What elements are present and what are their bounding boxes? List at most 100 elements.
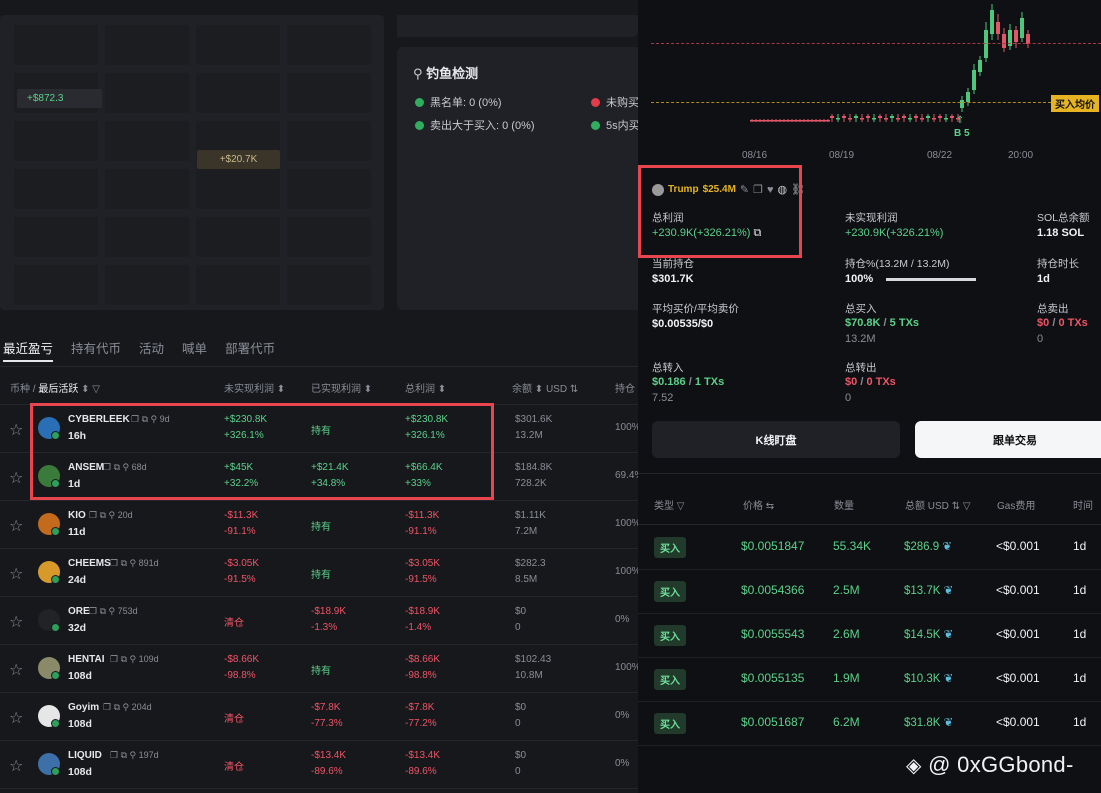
heatmap-cell [14, 265, 98, 305]
token-name[interactable]: ORE [68, 606, 90, 617]
phishing-item-label: 黑名单: 0 (0%) [430, 97, 502, 109]
copy-icon[interactable]: ❐ [110, 654, 118, 664]
sort-icon[interactable]: ⬍ [364, 384, 372, 395]
candle [836, 118, 840, 120]
tx-row[interactable]: 买入 $0.0055135 1.9M $10.3K ❦ <$0.001 1d [638, 657, 1101, 701]
col-sort-label[interactable]: 最后活跃 [38, 384, 78, 395]
col-total-header[interactable]: 总利润 ⬍ [405, 380, 446, 395]
sol-balance-label: SOL总余额 [1037, 212, 1090, 224]
table-row[interactable]: ☆ ORE ❐ ⧉ ⚲ 753d 32d 清仓 -$18.9K -1.3% -$… [0, 597, 638, 645]
copy-icon[interactable]: ❐ [103, 702, 111, 712]
share-icon[interactable]: ⧉ [121, 654, 127, 664]
filter-icon[interactable]: ▽ [677, 501, 685, 512]
candle [766, 120, 770, 122]
kline-watch-button[interactable]: K线盯盘 [652, 421, 900, 458]
tx-col-total[interactable]: 总额 USD ⇅ ▽ [905, 497, 971, 512]
table-row[interactable]: ☆ KIO ❐ ⧉ ⚲ 20d 11d -$11.3K -91.1% 持有 -$… [0, 501, 641, 549]
candle [782, 120, 786, 122]
search-icon[interactable]: ⚲ [130, 750, 137, 760]
col-total-label: 总利润 [405, 384, 435, 395]
switch-icon[interactable]: ⇅ [570, 384, 578, 395]
search-icon[interactable]: ⚲ [109, 606, 116, 616]
heatmap-cell [196, 169, 280, 209]
tx-row[interactable]: 买入 $0.0051687 6.2M $31.8K ❦ <$0.001 1d [638, 701, 1101, 745]
tx-price: $0.0054366 [741, 583, 805, 597]
col-realized-header[interactable]: 已实现利润 ⬍ [311, 380, 372, 395]
sort-icon[interactable]: ⬍ [438, 384, 446, 395]
tab-recent-pnl[interactable]: 最近盈亏 [3, 338, 53, 357]
tab-activity[interactable]: 活动 [139, 338, 164, 357]
duration-label: 持仓时长 [1037, 258, 1079, 270]
col-unrealized-header[interactable]: 未实现利润 ⬍ [224, 380, 285, 395]
tx-col-qty[interactable]: 数量 [834, 497, 854, 512]
col-position-header[interactable]: 持仓 [615, 380, 635, 395]
filter-icon[interactable]: ▽ [963, 501, 971, 512]
tx-col-type[interactable]: 类型 ▽ [654, 497, 684, 512]
token-name[interactable]: Goyim [68, 702, 99, 713]
position-pct: 100% [615, 422, 641, 433]
tx-col-price[interactable]: 价格 ⇆ [743, 497, 774, 512]
token-name[interactable]: KIO [68, 510, 86, 521]
share-icon[interactable]: ⧉ [121, 558, 127, 568]
sort-icon[interactable]: ⬍ [277, 384, 285, 395]
search-icon[interactable]: ⚲ [123, 702, 130, 712]
tx-col-time[interactable]: 时间 [1073, 497, 1093, 512]
tab-calls[interactable]: 喊单 [182, 338, 207, 357]
share-icon[interactable]: ⧉ [100, 510, 106, 520]
token-name[interactable]: CHEEMS [68, 558, 111, 569]
table-row[interactable]: ☆ HENTAI ❐ ⧉ ⚲ 109d 108d -$8.66K -98.8% … [0, 645, 641, 693]
share-icon[interactable]: ⧉ [114, 702, 120, 712]
copy-icon[interactable]: ❐ [110, 558, 118, 568]
candle [996, 22, 1000, 34]
switch-icon[interactable]: ⇅ [952, 501, 960, 512]
tab-holdings[interactable]: 持有代币 [71, 338, 121, 357]
price-chart[interactable] [638, 0, 1101, 150]
share-icon[interactable]: ⧉ [121, 750, 127, 760]
swap-icon[interactable]: ⇆ [766, 501, 774, 512]
token-actions: ❐ ⧉ ⚲ 20d [89, 510, 133, 521]
share-icon[interactable]: ⧉ [100, 606, 106, 616]
total-buy-usd: $70.8K [845, 317, 881, 329]
candle [750, 120, 754, 122]
sort-icon[interactable]: ⬍ [535, 384, 543, 395]
realized-amount: -$7.8K [311, 702, 341, 713]
tab-deployed[interactable]: 部署代币 [225, 338, 275, 357]
heatmap-cell [105, 265, 189, 305]
copy-trade-button[interactable]: 跟单交易 [915, 421, 1101, 458]
star-icon[interactable]: ☆ [9, 564, 23, 584]
star-icon[interactable]: ☆ [9, 612, 23, 632]
tx-row[interactable]: 买入 $0.0051847 55.34K $286.9 ❦ <$0.001 1d [638, 525, 1101, 569]
token-name[interactable]: HENTAI [68, 654, 104, 665]
copy-icon[interactable]: ❐ [89, 606, 97, 616]
candle [984, 30, 988, 58]
star-icon[interactable]: ☆ [9, 708, 23, 728]
phishing-item-label: 卖出大于买入: 0 (0%) [430, 120, 535, 132]
table-row[interactable]: ☆ CHEEMS ❐ ⧉ ⚲ 891d 24d -$3.05K -91.5% 持… [0, 549, 641, 597]
col-balance-header[interactable]: 余额 ⬍ USD ⇅ [512, 380, 578, 395]
filter-icon[interactable]: ▽ [92, 384, 100, 395]
x-tick: 08/16 [742, 150, 768, 161]
star-icon[interactable]: ☆ [9, 756, 23, 776]
star-icon[interactable]: ☆ [9, 468, 23, 488]
col-token-header[interactable]: 币种 / 最后活跃 ⬍ ▽ [10, 380, 100, 395]
tx-time: 1d [1073, 539, 1087, 553]
star-icon[interactable]: ☆ [9, 516, 23, 536]
balance-amount: 13.2M [515, 430, 543, 441]
search-icon[interactable]: ⚲ [130, 654, 137, 664]
search-icon[interactable]: ⚲ [109, 510, 116, 520]
tx-col-gas[interactable]: Gas费用 [997, 497, 1035, 512]
table-row[interactable]: ☆ LIQUID ❐ ⧉ ⚲ 197d 108d 清仓 -$13.4K -89.… [0, 741, 638, 789]
star-icon[interactable]: ☆ [9, 420, 23, 440]
star-icon[interactable]: ☆ [9, 660, 23, 680]
copy-icon[interactable]: ❐ [89, 510, 97, 520]
total-buy-txs: 5 TXs [889, 317, 920, 329]
table-row[interactable]: ☆ Goyim ❐ ⧉ ⚲ 204d 108d 清仓 -$7.8K -77.3%… [0, 693, 638, 741]
tx-row[interactable]: 买入 $0.0055543 2.6M $14.5K ❦ <$0.001 1d [638, 613, 1101, 657]
tx-row[interactable]: 买入 $0.0054366 2.5M $13.7K ❦ <$0.001 1d [638, 569, 1101, 613]
search-icon[interactable]: ⚲ [130, 558, 137, 568]
candle [778, 120, 782, 122]
token-name[interactable]: LIQUID [68, 750, 102, 761]
total-buy-label: 总买入 [845, 303, 877, 315]
position-pct: 100% [615, 566, 641, 577]
copy-icon[interactable]: ❐ [110, 750, 118, 760]
